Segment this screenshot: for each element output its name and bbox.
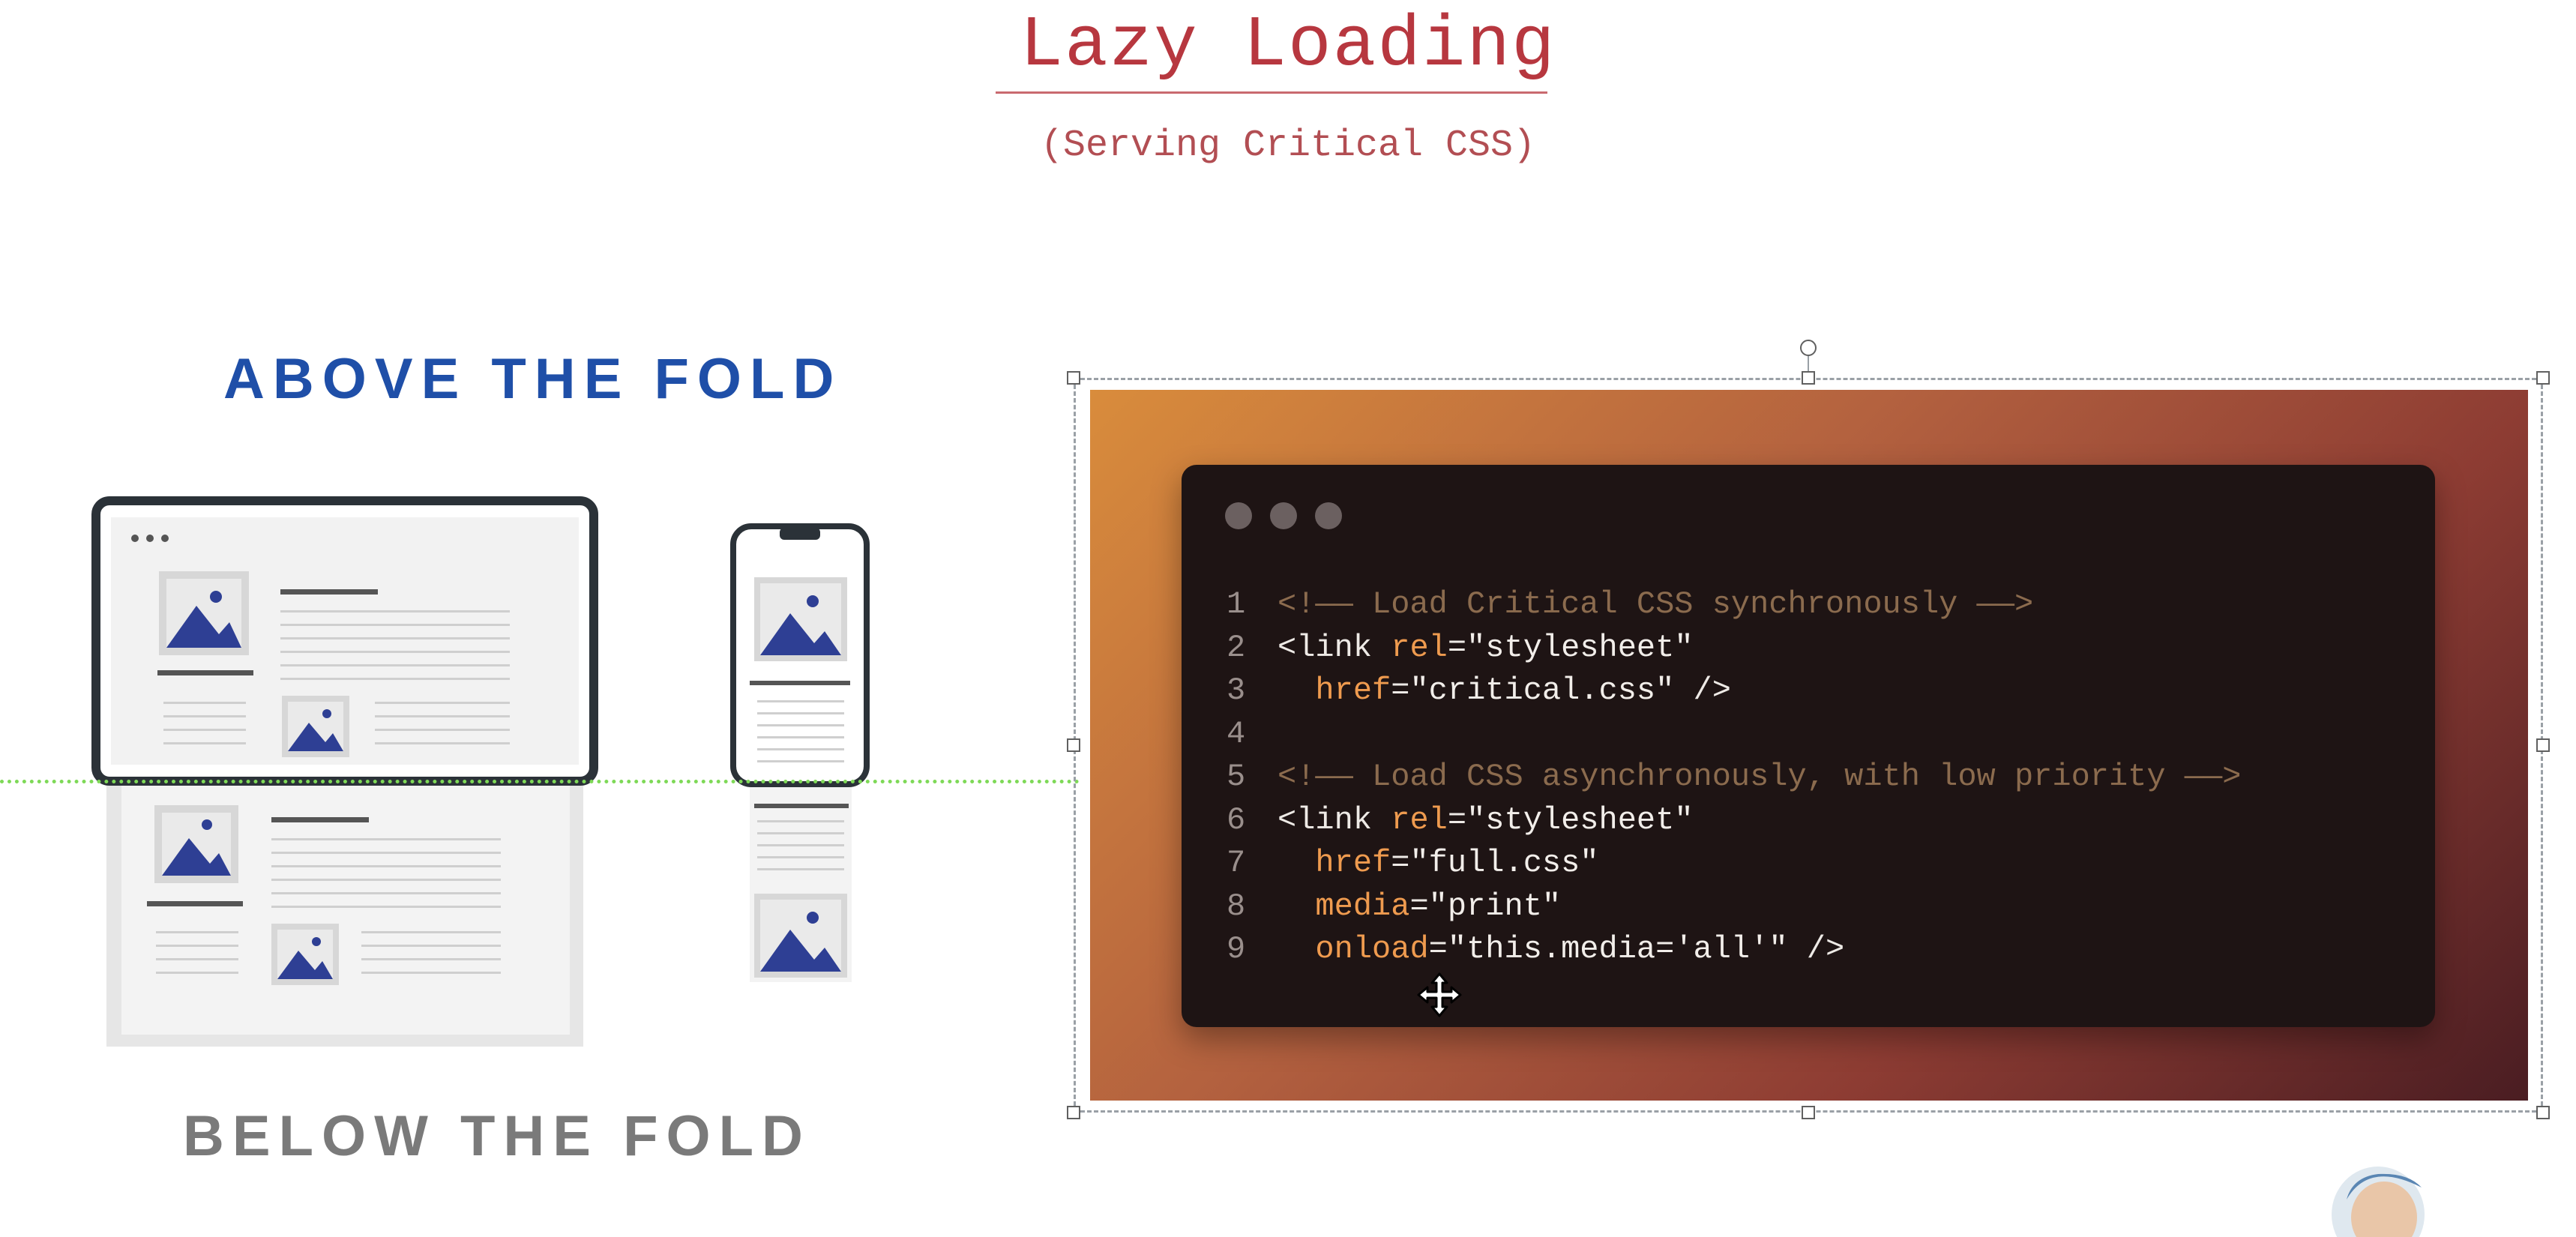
fold-illustration — [91, 496, 870, 1047]
image-placeholder-icon — [159, 571, 249, 655]
rotate-handle-icon[interactable] — [1800, 340, 1817, 356]
fold-line — [0, 780, 1080, 783]
resize-handle-top-right[interactable] — [2536, 371, 2550, 385]
below-the-fold-label: BELOW THE FOLD — [183, 1104, 811, 1168]
resize-handle-bottom-right[interactable] — [2536, 1106, 2550, 1119]
resize-handle-bottom[interactable] — [1802, 1106, 1815, 1119]
resize-handle-left[interactable] — [1067, 738, 1080, 752]
image-placeholder-icon — [754, 894, 847, 978]
image-placeholder-icon — [154, 805, 238, 883]
resize-handle-top[interactable] — [1802, 371, 1815, 385]
image-placeholder-icon — [271, 924, 339, 985]
resize-handle-bottom-left[interactable] — [1067, 1106, 1080, 1119]
image-placeholder-icon — [754, 577, 847, 661]
resize-handle-right[interactable] — [2536, 738, 2550, 752]
move-cursor-icon — [1417, 972, 1462, 1017]
image-placeholder-icon — [282, 696, 349, 757]
presenter-avatar — [2332, 1167, 2425, 1237]
resize-handle-top-left[interactable] — [1067, 371, 1080, 385]
image-selection-box[interactable] — [1074, 378, 2543, 1113]
